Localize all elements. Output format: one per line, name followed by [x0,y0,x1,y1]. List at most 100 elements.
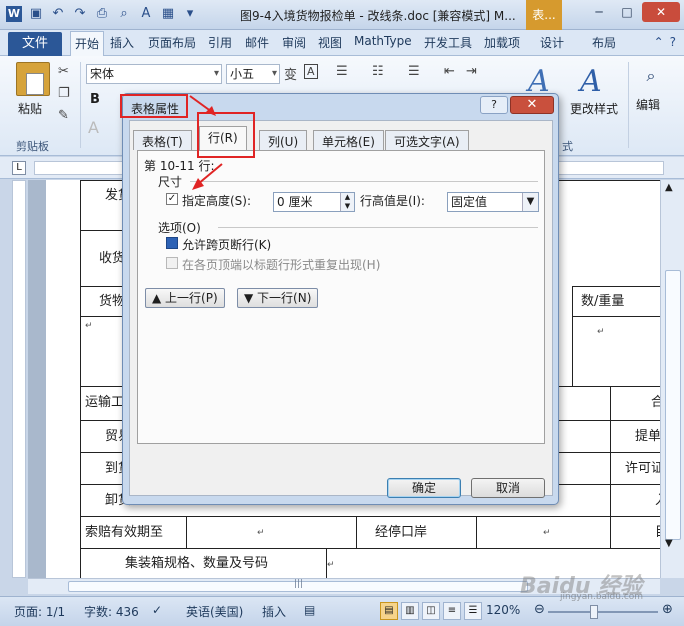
vertical-ruler[interactable] [12,180,26,578]
ok-button[interactable]: 确定 [387,478,461,498]
tab-mathtype[interactable]: MathType [354,34,412,48]
redo-icon[interactable]: ↷ [72,6,88,22]
change-styles-label[interactable]: 更改样式 [570,100,618,117]
find-icon[interactable]: ⌕ [640,66,662,88]
tab-review[interactable]: 审阅 [282,34,306,51]
tab-mailings[interactable]: 邮件 [245,34,269,51]
vertical-scroll-thumb[interactable] [665,270,681,540]
proofing-icon[interactable]: ✓ [152,603,162,617]
insert-mode-indicator[interactable]: 插入 [262,603,286,620]
tab-page-layout[interactable]: 页面布局 [148,34,196,51]
increase-indent-icon[interactable]: ⇥ [466,64,477,79]
language-indicator[interactable]: 英语(美国) [186,603,243,620]
paste-label[interactable]: 粘贴 [18,100,42,117]
table-cell[interactable]: 数/重量 [572,286,660,316]
dialog-close-button[interactable]: ✕ [510,96,554,114]
allow-break-label[interactable]: 允许跨页断行(K) [182,236,271,253]
paste-icon[interactable] [16,62,50,96]
table-cell[interactable]: ↵ [476,516,610,548]
help-icon[interactable]: ? [670,35,676,49]
scroll-down-icon[interactable]: ▼ [665,538,673,549]
numbering-icon[interactable]: ☷ [372,64,384,79]
tab-file[interactable]: 文件 [8,32,62,56]
draft-view-icon[interactable]: ☰ [464,602,482,620]
repeat-header-label[interactable]: 在各页顶端以标题行形式重复出现(H) [182,256,380,273]
editing-label[interactable]: 编辑 [636,96,660,113]
maximize-icon[interactable]: □ [614,2,640,22]
height-rule-select[interactable]: 固定值 ▼ [447,192,539,212]
height-input[interactable]: 0 厘米 ▲ ▼ [273,192,355,212]
table-cell[interactable]: ↵ [572,316,660,386]
table-cell[interactable]: 集装箱规格、数量及号码 [80,548,326,578]
previous-row-button[interactable]: ▲ 上一行(P) [145,288,225,308]
char-border-icon[interactable]: A [304,64,318,79]
change-styles-icon[interactable]: A [580,64,602,99]
multilevel-list-icon[interactable]: ☰ [408,64,420,79]
table-cell[interactable]: ↵ [186,516,356,548]
word-count[interactable]: 字数: 436 [84,603,139,620]
repeat-header-checkbox[interactable] [166,257,178,269]
copy-icon[interactable]: ❐ [58,86,70,101]
minimize-icon[interactable]: ─ [586,2,612,22]
specify-height-checkbox[interactable]: ✓ [166,193,178,205]
table-cell[interactable]: 目 [610,516,660,548]
vertical-scrollbar[interactable]: ▲ ▼ [660,180,684,578]
decrease-indent-icon[interactable]: ⇤ [444,64,455,79]
tab-column[interactable]: 列(U) [259,130,308,150]
outline-view-icon[interactable]: ≡ [443,602,461,620]
tab-view[interactable]: 视图 [318,34,342,51]
table-cell[interactable]: 提单 [610,420,660,452]
undo-icon[interactable]: ↶ [50,6,66,22]
format-icon[interactable]: A [138,6,154,22]
tab-table[interactable]: 表格(T) [133,130,192,150]
print-layout-icon[interactable]: ▤ [380,602,398,620]
table-cell[interactable]: 许可证 [610,452,660,484]
table-cell[interactable]: 入 [610,484,660,516]
specify-height-label[interactable]: 指定高度(S): [182,192,251,209]
zoom-slider-knob[interactable] [590,605,598,619]
web-layout-icon[interactable]: ◫ [422,602,440,620]
close-icon[interactable]: ✕ [642,2,680,22]
save-icon[interactable]: ▣ [28,6,44,22]
text-effect-icon[interactable]: A [88,118,99,137]
spin-arrows-icon[interactable]: ▲ ▼ [340,193,354,211]
horizontal-scroll-thumb[interactable]: ||| [68,579,528,592]
phonetic-guide-icon[interactable]: 变 [284,64,297,83]
font-size-select[interactable]: 小五 [226,64,280,84]
full-screen-reading-icon[interactable]: ▥ [401,602,419,620]
format-painter-icon[interactable]: ✎ [58,108,69,123]
minimize-ribbon-icon[interactable]: ⌃ [654,35,664,49]
table-cell[interactable]: 经停口岸 [356,516,476,548]
zoom-in-icon[interactable]: ⊕ [662,602,673,617]
table-cell[interactable]: 合 [610,386,660,420]
font-name-select[interactable]: 宋体 [86,64,222,84]
print-preview-icon[interactable]: ⌕ [116,6,132,22]
allow-break-checkbox[interactable] [166,237,178,249]
bold-icon[interactable]: B [90,92,100,107]
cut-icon[interactable]: ✂ [58,64,69,79]
tab-home[interactable]: 开始 [70,31,105,57]
scroll-up-icon[interactable]: ▲ [665,182,673,193]
chevron-down-icon[interactable]: ▼ [522,193,538,211]
tab-developer[interactable]: 开发工具 [424,34,472,51]
macro-recording-icon[interactable]: ▤ [304,603,315,617]
table-cell[interactable]: 索赔有效期至 [80,516,186,548]
print-icon[interactable]: ⎙ [94,6,110,22]
tab-cell[interactable]: 单元格(E) [313,130,384,150]
bullets-icon[interactable]: ☰ [336,64,348,79]
next-row-button[interactable]: ▼ 下一行(N) [237,288,319,308]
tab-layout[interactable]: 布局 [592,34,616,51]
cancel-button[interactable]: 取消 [471,478,545,498]
dialog-help-button[interactable]: ? [480,96,508,114]
customize-qat-icon[interactable]: ▾ [182,6,198,22]
zoom-slider[interactable] [548,611,658,613]
tab-design[interactable]: 设计 [540,34,564,51]
tab-addins[interactable]: 加载项 [484,34,520,51]
tab-alt-text[interactable]: 可选文字(A) [385,130,469,150]
tab-selector[interactable]: L [12,161,26,175]
zoom-level[interactable]: 120% [486,603,520,617]
tab-references[interactable]: 引用 [208,34,232,51]
table-icon[interactable]: ▦ [160,6,176,22]
page-count[interactable]: 页面: 1/1 [14,603,65,620]
zoom-out-icon[interactable]: ⊖ [534,602,545,617]
